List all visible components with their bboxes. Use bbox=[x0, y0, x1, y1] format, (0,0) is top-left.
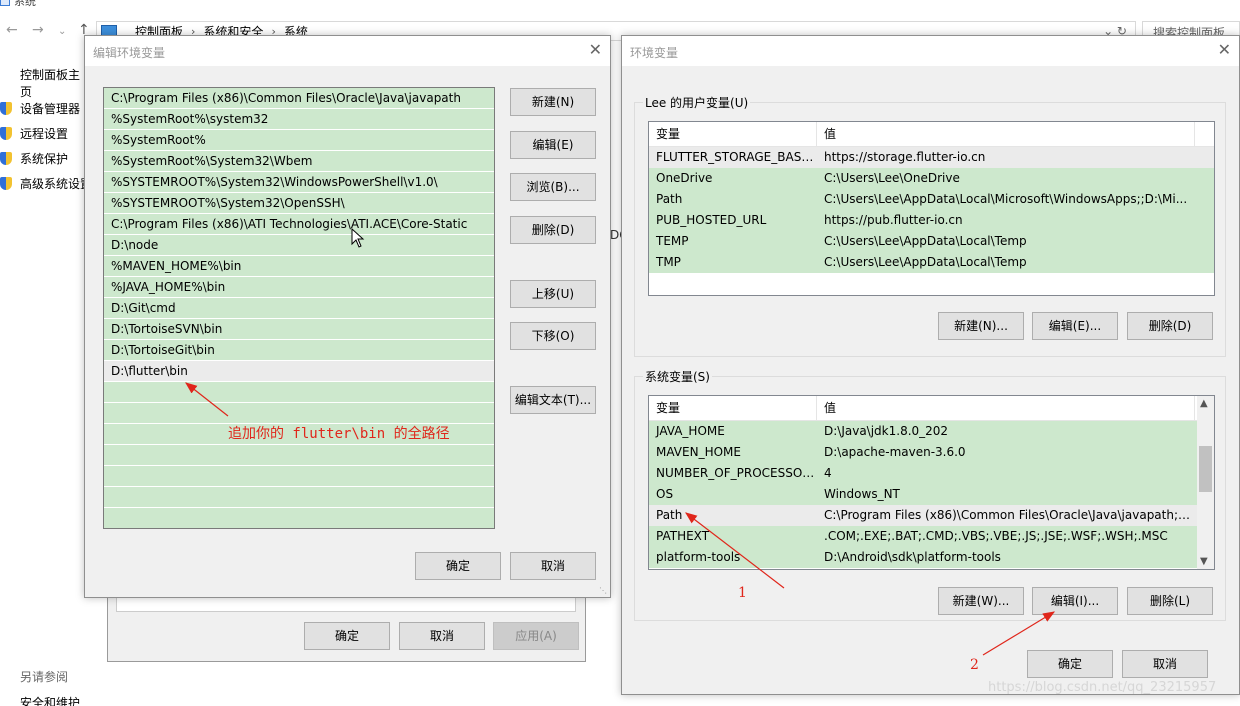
annotation-arrows bbox=[185, 382, 1056, 656]
arrow-to-flutter-path bbox=[185, 382, 229, 417]
watermark: https://blog.csdn.net/qq_23215957 bbox=[988, 680, 1217, 695]
arrow-to-edit-button bbox=[982, 611, 1056, 656]
arrow-to-path-variable bbox=[685, 512, 785, 589]
